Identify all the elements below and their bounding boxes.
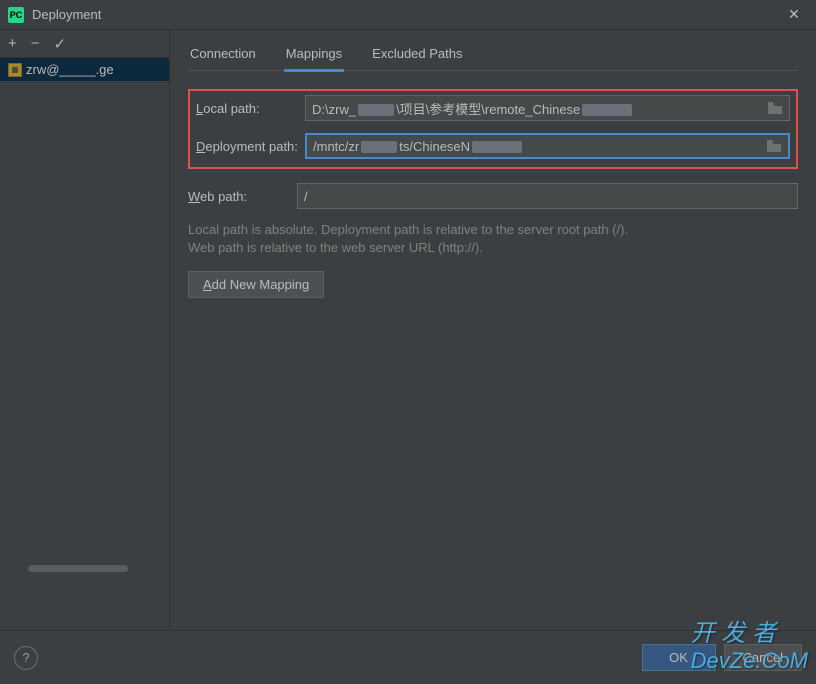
deployment-path-value: /mntc/zrts/ChineseN (313, 139, 766, 154)
horizontal-scrollbar[interactable] (8, 565, 158, 575)
close-icon[interactable]: ✕ (780, 1, 808, 29)
main-panel: Connection Mappings Excluded Paths Local… (170, 30, 816, 630)
app-icon: PC (8, 7, 24, 23)
content-wrapper: + − ✓ ▦ zrw@_____.ge Connection Mappings… (0, 30, 816, 630)
help-icon[interactable]: ? (14, 646, 38, 670)
window-title: Deployment (32, 7, 780, 22)
titlebar: PC Deployment ✕ (0, 0, 816, 30)
local-path-row: Local path: D:\zrw_\项目\参考模型\remote_Chine… (196, 95, 790, 121)
ok-button[interactable]: OK (642, 644, 716, 671)
tab-mappings[interactable]: Mappings (284, 42, 344, 72)
highlight-box: Local path: D:\zrw_\项目\参考模型\remote_Chine… (188, 89, 798, 169)
local-path-input[interactable]: D:\zrw_\项目\参考模型\remote_Chinese (305, 95, 790, 121)
deployment-path-input[interactable]: /mntc/zrts/ChineseN (305, 133, 790, 159)
web-path-value: / (304, 189, 791, 204)
web-path-row: Web path: / (188, 183, 798, 209)
check-icon[interactable]: ✓ (54, 35, 67, 53)
scrollbar-thumb[interactable] (28, 565, 128, 572)
browse-folder-icon[interactable] (767, 101, 783, 115)
add-new-mapping-button[interactable]: Add New Mapping (188, 271, 324, 298)
web-path-input[interactable]: / (297, 183, 798, 209)
cancel-button[interactable]: Cancel (724, 644, 802, 671)
info-text: Local path is absolute. Deployment path … (188, 221, 798, 257)
sidebar: + − ✓ ▦ zrw@_____.ge (0, 30, 170, 630)
tabs: Connection Mappings Excluded Paths (188, 42, 798, 71)
server-list-item[interactable]: ▦ zrw@_____.ge (0, 58, 169, 81)
browse-folder-icon[interactable] (766, 139, 782, 153)
add-icon[interactable]: + (8, 35, 17, 52)
server-label: zrw@_____.ge (26, 62, 114, 77)
dialog-footer: ? OK Cancel (0, 630, 816, 684)
server-type-icon: ▦ (8, 63, 22, 77)
web-path-label: Web path: (188, 189, 293, 204)
tab-excluded-paths[interactable]: Excluded Paths (370, 42, 464, 70)
local-path-value: D:\zrw_\项目\参考模型\remote_Chinese (312, 99, 767, 118)
deployment-path-row: Deployment path: /mntc/zrts/ChineseN (196, 133, 790, 159)
remove-icon[interactable]: − (31, 35, 40, 52)
tab-connection[interactable]: Connection (188, 42, 258, 70)
sidebar-toolbar: + − ✓ (0, 30, 169, 58)
local-path-label: Local path: (196, 101, 301, 116)
deployment-path-label: Deployment path: (196, 139, 301, 154)
